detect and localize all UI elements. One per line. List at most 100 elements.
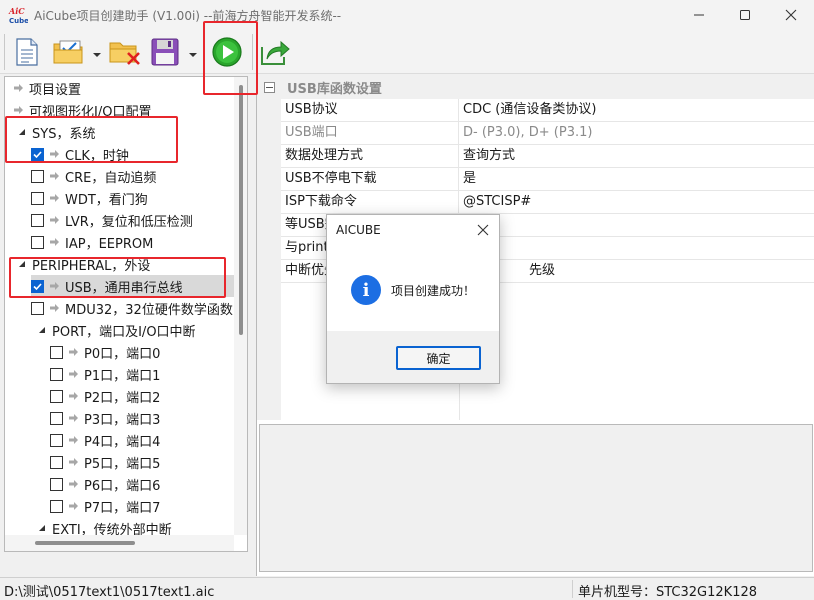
checkbox[interactable] [50, 411, 63, 425]
checkbox[interactable] [31, 169, 44, 183]
tree-item-label: P0口，端口0 [84, 346, 161, 362]
property-row[interactable]: ISP下载命令 @STCISP# [257, 191, 814, 214]
checkbox[interactable] [50, 477, 63, 491]
open-dropdown-arrow[interactable] [92, 48, 102, 57]
tree-item-label: PORT，端口及I/O口中断 [52, 324, 196, 340]
tree-item-p2[interactable]: P2口，端口2 [50, 385, 160, 407]
new-document-button[interactable] [10, 35, 44, 69]
checkbox[interactable] [50, 455, 63, 469]
checkbox[interactable] [50, 499, 63, 513]
app-logo: AiC Cube [8, 5, 29, 25]
property-row[interactable]: USB端口 D- (P3.0), D+ (P3.1) [257, 122, 814, 145]
checkbox[interactable] [50, 389, 63, 403]
property-value[interactable]: 先级 [459, 260, 814, 283]
property-value[interactable] [459, 237, 814, 260]
tree-item-label: 项目设置 [29, 82, 82, 98]
tree-item-label: P3口，端口3 [84, 412, 161, 428]
property-value[interactable]: CDC (通信设备类协议) [459, 99, 814, 122]
tree-item-p0[interactable]: P0口，端口0 [50, 341, 160, 363]
tree-item-label: WDT，看门狗 [65, 192, 148, 208]
chip-model: 单片机型号：STC32G12K128 [578, 585, 758, 600]
floppy-disk-icon [151, 38, 179, 66]
export-button[interactable] [258, 35, 292, 69]
open-project-button[interactable] [52, 35, 86, 69]
ok-button[interactable]: 确定 [396, 346, 481, 370]
tree-horizontal-scrollbar[interactable] [5, 535, 234, 551]
checkbox[interactable] [31, 213, 44, 227]
tree-item-p4[interactable]: P4口，端口4 [50, 429, 160, 451]
minimize-button[interactable] [676, 0, 722, 30]
dialog-message: 项目创建成功！ [391, 284, 476, 298]
arrow-right-icon [65, 407, 81, 429]
property-name: 数据处理方式 [281, 145, 459, 168]
arrow-right-icon [65, 429, 81, 451]
toolbar-grip [4, 34, 5, 70]
arrow-right-icon [65, 451, 81, 473]
tree-item-p3[interactable]: P3口，端口3 [50, 407, 160, 429]
status-bar: D:\测试\0517text1\0517text1.aic 单片机型号：STC3… [0, 577, 814, 600]
checkbox[interactable] [31, 235, 44, 249]
document-icon [16, 38, 38, 66]
checkbox[interactable] [31, 191, 44, 205]
property-section-title: USB库函数设置 [287, 82, 382, 97]
property-section-header[interactable]: USB库函数设置 [257, 76, 814, 99]
arrow-right-icon [10, 77, 26, 99]
tree-item-mdu32[interactable]: MDU32，32位硬件数学函数 [31, 297, 233, 319]
status-divider [572, 580, 573, 598]
window-title: AiCube项目创建助手 (V1.00i) --前海方舟智能开发系统-- [34, 9, 342, 23]
arrow-right-icon [65, 385, 81, 407]
project-path: D:\测试\0517text1\0517text1.aic [4, 585, 215, 600]
property-value[interactable] [459, 214, 814, 237]
tree-item-label: CRE，自动追频 [65, 170, 157, 186]
title-bar: AiC Cube AiCube项目创建助手 (V1.00i) --前海方舟智能开… [0, 0, 814, 30]
checkbox[interactable] [50, 367, 63, 381]
property-row[interactable]: 数据处理方式 查询方式 [257, 145, 814, 168]
tree-item-project-settings[interactable]: 项目设置 [10, 77, 81, 99]
delete-project-button[interactable] [108, 35, 142, 69]
save-button[interactable] [148, 35, 182, 69]
tree-item-label: P5口，端口5 [84, 456, 161, 472]
scrollbar-thumb[interactable] [239, 85, 243, 335]
dialog-close-button[interactable] [473, 220, 493, 240]
property-value[interactable]: 查询方式 [459, 145, 814, 168]
tree-item-p6[interactable]: P6口，端口6 [50, 473, 160, 495]
logo-text-top: AiC [8, 6, 25, 16]
checkbox[interactable] [50, 433, 63, 447]
export-arrow-icon [261, 40, 290, 65]
property-name: USB端口 [281, 122, 459, 145]
logo-text-bottom: Cube [9, 17, 28, 25]
checkbox[interactable] [50, 345, 63, 359]
close-window-button[interactable] [768, 0, 814, 30]
dialog-footer: 确定 [327, 331, 499, 383]
message-dialog: AICUBE i 项目创建成功！ 确定 [326, 214, 500, 384]
tree-item-p5[interactable]: P5口，端口5 [50, 451, 160, 473]
tree-vertical-scrollbar[interactable] [234, 77, 247, 535]
tree-item-label: IAP，EEPROM [65, 236, 154, 252]
arrow-right-icon [65, 341, 81, 363]
tree-item-label: P7口，端口7 [84, 500, 161, 516]
close-icon [477, 224, 489, 236]
expanded-triangle-icon[interactable] [35, 319, 49, 341]
tree-item-cre[interactable]: CRE，自动追频 [31, 165, 156, 187]
collapse-icon[interactable] [264, 82, 275, 93]
highlight-run-button [203, 21, 258, 95]
tree-item-p1[interactable]: P1口，端口1 [50, 363, 160, 385]
save-dropdown-arrow[interactable] [188, 48, 198, 57]
property-row[interactable]: USB不停电下载 是 [257, 168, 814, 191]
property-value[interactable]: 是 [459, 168, 814, 191]
scrollbar-thumb[interactable] [35, 541, 135, 545]
tree-item-lvr[interactable]: LVR，复位和低压检测 [31, 209, 193, 231]
tree-item-wdt[interactable]: WDT，看门狗 [31, 187, 148, 209]
checkbox[interactable] [31, 301, 44, 315]
property-name: ISP下载命令 [281, 191, 459, 214]
tree-item-label: P6口，端口6 [84, 478, 161, 494]
maximize-button[interactable] [722, 0, 768, 30]
tree-item-p7[interactable]: P7口，端口7 [50, 495, 160, 517]
property-value[interactable]: @STCISP# [459, 191, 814, 214]
highlight-peripheral-usb [9, 257, 226, 298]
tree-group-port[interactable]: PORT，端口及I/O口中断 [35, 319, 196, 341]
property-row[interactable]: USB协议 CDC (通信设备类协议) [257, 99, 814, 122]
tree-item-iap[interactable]: IAP，EEPROM [31, 231, 153, 253]
toolbar [0, 30, 814, 74]
property-name: USB协议 [281, 99, 459, 122]
